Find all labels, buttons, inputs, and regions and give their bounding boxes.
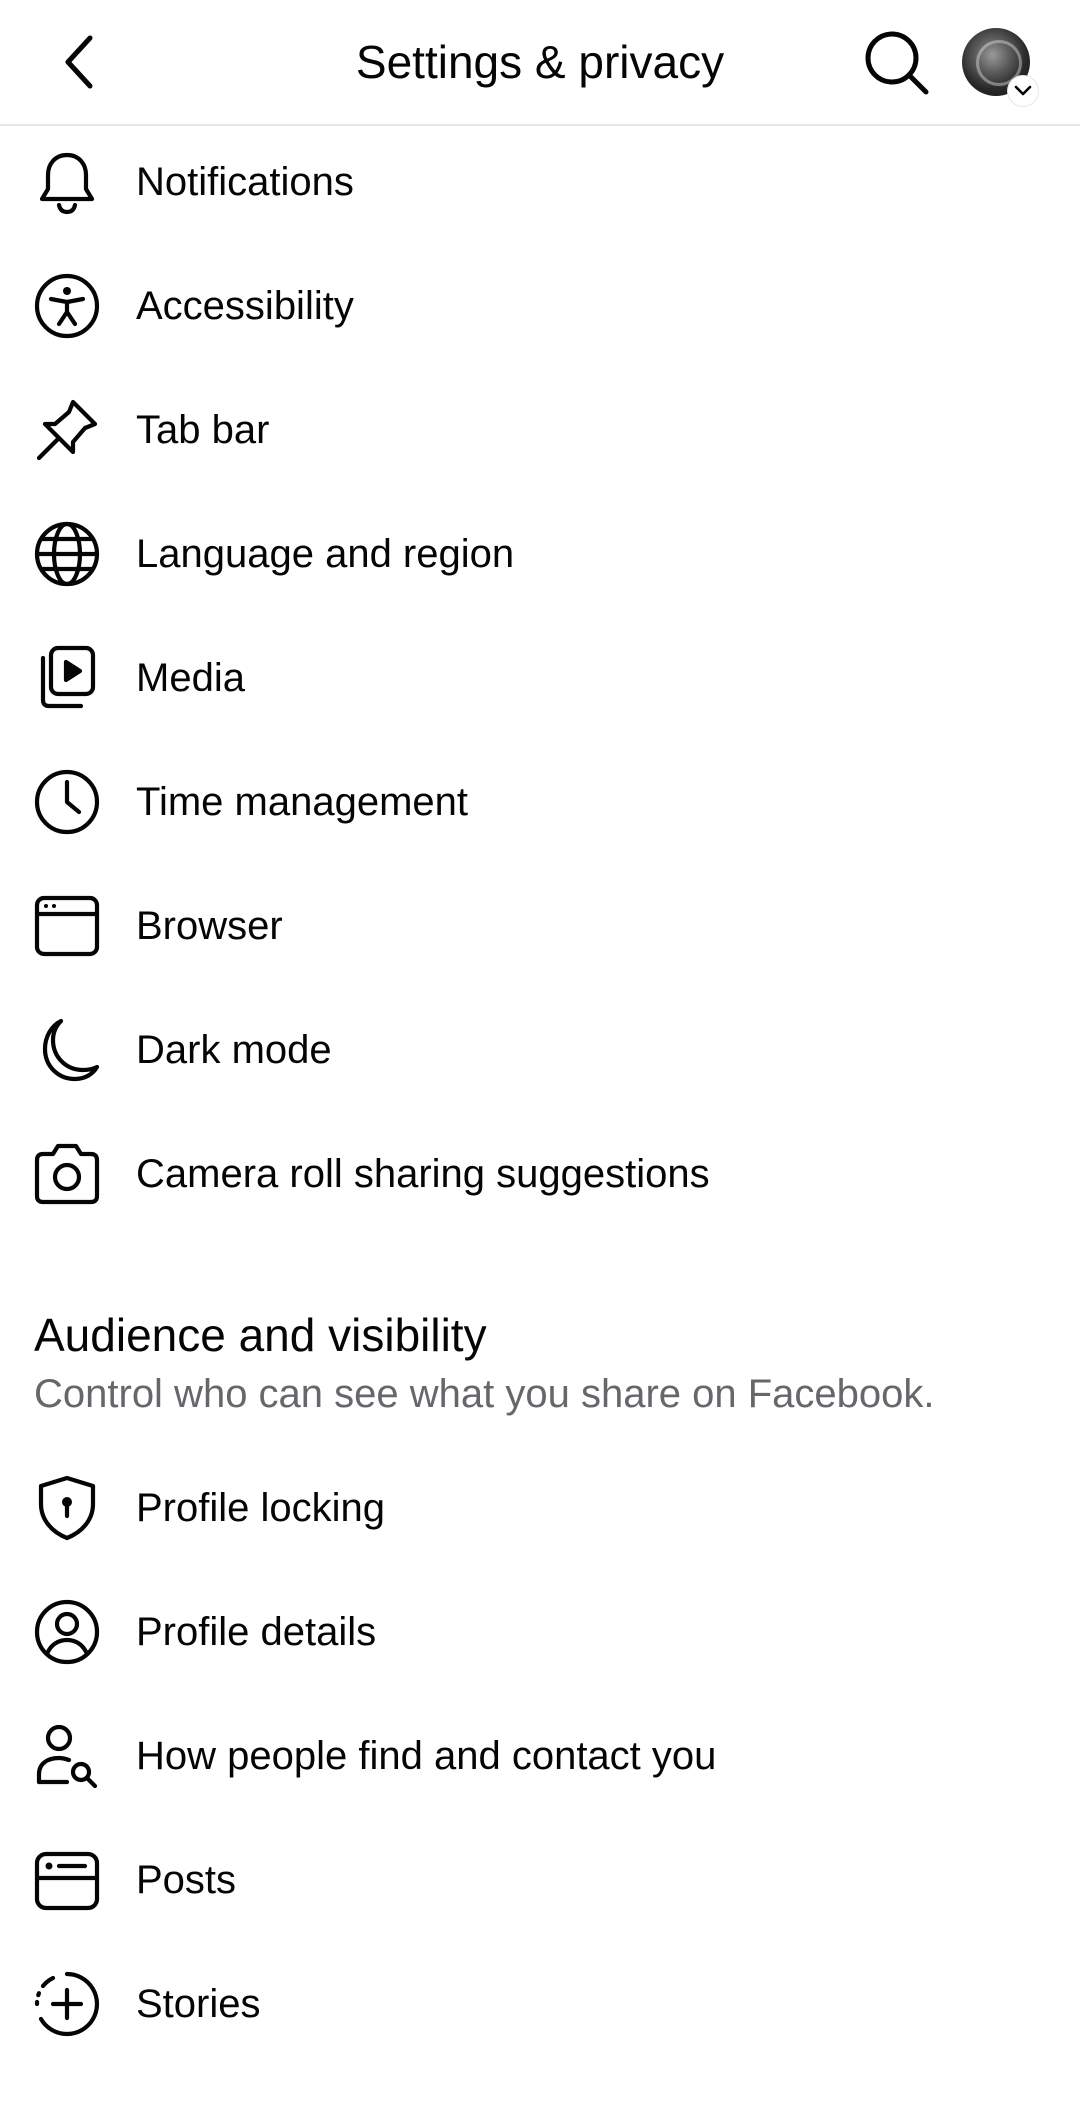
moon-icon bbox=[32, 1015, 102, 1085]
browser-icon bbox=[32, 891, 102, 961]
user-search-icon bbox=[32, 1721, 102, 1791]
section-title: Audience and visibility bbox=[34, 1309, 487, 1361]
search-icon bbox=[862, 28, 930, 96]
list-item-language-and-region[interactable]: Language and region bbox=[0, 492, 1080, 616]
chevron-left-icon bbox=[58, 32, 102, 92]
list-item-label: How people find and contact you bbox=[136, 1733, 717, 1778]
globe-icon bbox=[32, 519, 102, 589]
list-item-label: Dark mode bbox=[136, 1027, 332, 1072]
list-item-label: Language and region bbox=[136, 531, 515, 576]
list-item-label: Camera roll sharing suggestions bbox=[136, 1151, 710, 1196]
media-icon bbox=[32, 643, 102, 713]
bell-icon bbox=[32, 147, 102, 217]
list-item-label: Tab bar bbox=[136, 407, 270, 452]
list-item-label: Profile locking bbox=[136, 1485, 386, 1530]
profile-switcher-button[interactable] bbox=[962, 28, 1038, 106]
list-item-label: Profile details bbox=[136, 1609, 377, 1654]
accessibility-icon bbox=[32, 271, 102, 341]
user-circle-icon bbox=[32, 1597, 102, 1667]
chevron-down-icon bbox=[1008, 76, 1038, 106]
list-item-media[interactable]: Media bbox=[0, 616, 1080, 740]
shield-lock-icon bbox=[32, 1473, 102, 1543]
stories-icon bbox=[32, 1969, 102, 2039]
posts-icon bbox=[32, 1845, 102, 1915]
list-item-camera-roll-sharing-suggestions[interactable]: Camera roll sharing suggestions bbox=[0, 1112, 1080, 1236]
clock-icon bbox=[32, 767, 102, 837]
list-item-stories[interactable]: Stories bbox=[0, 1942, 1080, 2066]
list-item-label: Accessibility bbox=[136, 283, 354, 328]
list-item-label: Notifications bbox=[136, 159, 354, 204]
pin-icon bbox=[32, 395, 102, 465]
list-item-tab-bar[interactable]: Tab bar bbox=[0, 368, 1080, 492]
list-item-profile-locking[interactable]: Profile locking bbox=[0, 1446, 1080, 1570]
list-item-how-people-find-and-contact-you[interactable]: How people find and contact you bbox=[0, 1694, 1080, 1818]
camera-icon bbox=[32, 1139, 102, 1209]
list-item-accessibility[interactable]: Accessibility bbox=[0, 244, 1080, 368]
list-item-profile-details[interactable]: Profile details bbox=[0, 1570, 1080, 1694]
list-item-label: Stories bbox=[136, 1981, 261, 2026]
list-item-label: Media bbox=[136, 655, 245, 700]
list-item-time-management[interactable]: Time management bbox=[0, 740, 1080, 864]
list-item-label: Time management bbox=[136, 779, 468, 824]
top-app-bar: Settings & privacy bbox=[0, 0, 1080, 126]
list-item-label: Browser bbox=[136, 903, 283, 948]
list-item-browser[interactable]: Browser bbox=[0, 864, 1080, 988]
list-item-dark-mode[interactable]: Dark mode bbox=[0, 988, 1080, 1112]
section-subtitle: Control who can see what you share on Fa… bbox=[34, 1372, 935, 1416]
page-title: Settings & privacy bbox=[355, 36, 725, 88]
list-item-notifications[interactable]: Notifications bbox=[0, 120, 1080, 244]
list-item-posts[interactable]: Posts bbox=[0, 1818, 1080, 1942]
back-button[interactable] bbox=[40, 22, 120, 102]
list-item-label: Posts bbox=[136, 1857, 237, 1902]
search-button[interactable] bbox=[858, 24, 934, 100]
